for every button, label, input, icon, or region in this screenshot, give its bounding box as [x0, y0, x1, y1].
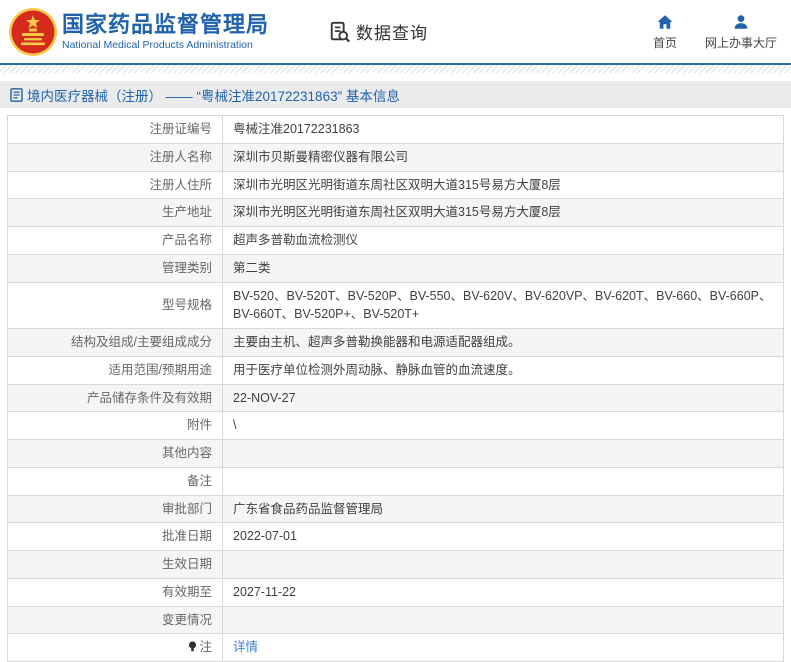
- row-value: 2022-07-01: [222, 522, 784, 551]
- brand-block: 国家药品监督管理局 National Medical Products Admi…: [62, 12, 269, 51]
- row-label: 变更情况: [7, 605, 223, 635]
- header-nav: 首页 网上办事大厅: [653, 13, 777, 51]
- row-label: 生效日期: [7, 550, 223, 579]
- spacer: [0, 73, 791, 81]
- table-row: 注册证编号 粤械注准20172231863: [7, 115, 784, 144]
- table-row: 注册人住所 深圳市光明区光明街道东周社区双明大道315号易方大厦8层: [7, 170, 784, 200]
- nav-online-hall[interactable]: 网上办事大厅: [705, 13, 777, 51]
- site-subtitle: National Medical Products Administration: [62, 39, 253, 52]
- row-label: 生产地址: [7, 198, 223, 227]
- data-query-icon: [330, 21, 350, 42]
- row-value: 广东省食品药品监督管理局: [222, 494, 784, 524]
- row-label: 附件: [7, 411, 223, 440]
- site-title: 国家药品监督管理局: [62, 11, 270, 37]
- row-value: 深圳市贝斯曼精密仪器有限公司: [222, 142, 784, 172]
- row-label: 注册证编号: [7, 115, 223, 144]
- table-row: 生产地址 深圳市光明区光明街道东周社区双明大道315号易方大厦8层: [7, 198, 784, 227]
- page-title: 境内医疗器械（注册） —— “粤械注准20172231863” 基本信息: [27, 88, 400, 104]
- table-row: 其他内容: [7, 439, 784, 468]
- nav-home[interactable]: 首页: [653, 13, 677, 51]
- row-label: 有效期至: [7, 577, 223, 607]
- table-row: 结构及组成/主要组成成分 主要由主机、超声多普勒换能器和电源适配器组成。: [7, 328, 784, 357]
- row-value: \: [222, 411, 784, 440]
- row-value: 主要由主机、超声多普勒换能器和电源适配器组成。: [222, 328, 784, 357]
- row-label: 注册人住所: [7, 170, 223, 200]
- row-label: 适用范围/预期用途: [7, 355, 223, 385]
- table-row: 生效日期: [7, 550, 784, 579]
- row-value: 22-NOV-27: [222, 383, 784, 413]
- hatch-strip: [0, 65, 791, 73]
- user-icon: [734, 14, 748, 29]
- breadcrumb: 境内医疗器械（注册） —— “粤械注准20172231863” 基本信息: [0, 81, 791, 108]
- nav-online-hall-label: 网上办事大厅: [704, 35, 777, 50]
- bulb-icon: [189, 641, 197, 652]
- row-label: 产品名称: [7, 226, 223, 255]
- table-row: 有效期至 2027-11-22: [7, 577, 784, 607]
- nav-home-label: 首页: [652, 35, 677, 50]
- row-label: 批准日期: [7, 522, 223, 551]
- home-icon: [657, 14, 673, 29]
- row-value: BV-520、BV-520T、BV-520P、BV-550、BV-620V、BV…: [222, 281, 784, 329]
- row-value: 粤械注准20172231863: [222, 115, 784, 144]
- row-value: [222, 605, 784, 635]
- row-label: 注册人名称: [7, 142, 223, 172]
- data-query-tab[interactable]: 数据查询: [329, 19, 428, 44]
- row-value: 超声多普勒血流检测仪: [222, 226, 784, 255]
- table-row: 批准日期 2022-07-01: [7, 522, 784, 551]
- detail-link[interactable]: 详情: [233, 640, 258, 654]
- row-label: 产品储存条件及有效期: [7, 383, 223, 413]
- table-row: 变更情况: [7, 605, 784, 635]
- row-label: 备注: [7, 466, 223, 496]
- table-row: 适用范围/预期用途 用于医疗单位检测外周动脉、静脉血管的血流速度。: [7, 355, 784, 385]
- table-row: 型号规格 BV-520、BV-520T、BV-520P、BV-550、BV-620…: [7, 281, 784, 329]
- document-icon: [10, 87, 23, 102]
- info-table-body: 注册证编号 粤械注准20172231863 注册人名称 深圳市贝斯曼精密仪器有限公司注…: [7, 115, 784, 662]
- row-value: 深圳市光明区光明街道东周社区双明大道315号易方大厦8层: [222, 198, 784, 227]
- registration-info-table: 注册证编号 粤械注准20172231863 注册人名称 深圳市贝斯曼精密仪器有限公司注…: [7, 115, 784, 662]
- row-value: 第二类: [222, 253, 784, 283]
- table-row: 产品储存条件及有效期 22-NOV-27: [7, 383, 784, 413]
- data-query-label: 数据查询: [356, 24, 429, 43]
- row-label: 管理类别: [7, 253, 223, 283]
- row-label: 审批部门: [7, 494, 223, 524]
- row-value: [222, 550, 784, 579]
- row-value: [222, 466, 784, 496]
- row-label: 结构及组成/主要组成成分: [7, 328, 223, 357]
- row-label: 型号规格: [7, 281, 223, 329]
- national-emblem-logo: [9, 7, 57, 56]
- table-row: 备注: [7, 466, 784, 496]
- table-row: 管理类别 第二类: [7, 253, 784, 283]
- row-label: 其他内容: [7, 439, 223, 468]
- table-row: 附件 \: [7, 411, 784, 440]
- table-row: 注册人名称 深圳市贝斯曼精密仪器有限公司: [7, 142, 784, 172]
- table-row: 注详情: [7, 633, 784, 662]
- table-row: 审批部门 广东省食品药品监督管理局: [7, 494, 784, 524]
- row-value: 深圳市光明区光明街道东周社区双明大道315号易方大厦8层: [222, 170, 784, 200]
- row-value: 详情: [222, 633, 784, 662]
- site-header: 国家药品监督管理局 National Medical Products Admi…: [0, 0, 791, 63]
- row-value: 用于医疗单位检测外周动脉、静脉血管的血流速度。: [222, 355, 784, 385]
- row-value: 2027-11-22: [222, 577, 784, 607]
- row-label: 注: [7, 633, 223, 662]
- table-row: 产品名称 超声多普勒血流检测仪: [7, 226, 784, 255]
- row-value: [222, 439, 784, 468]
